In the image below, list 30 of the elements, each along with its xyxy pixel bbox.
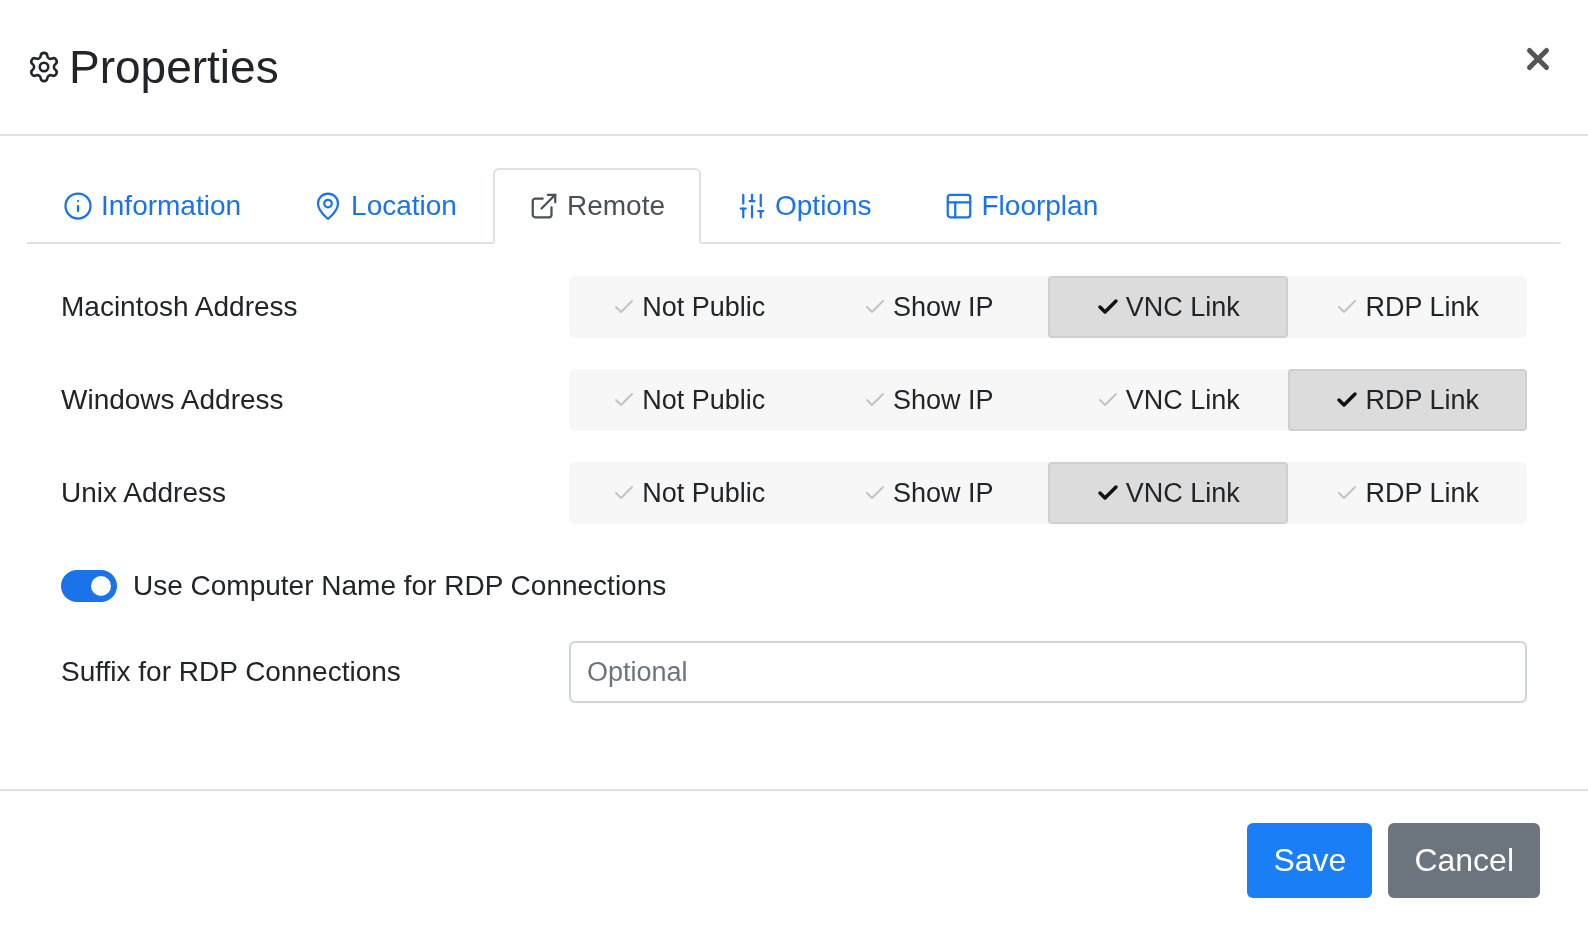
tab[interactable]: Floorplan [907, 168, 1135, 244]
sliders-icon [737, 191, 767, 221]
field-label: Unix Address [61, 477, 227, 509]
option-button[interactable]: VNC Link [1048, 462, 1288, 524]
option-button[interactable]: Not Public [569, 276, 809, 338]
option-button[interactable]: Not Public [569, 369, 809, 431]
option-button[interactable]: VNC Link [1048, 369, 1288, 431]
option-button[interactable]: RDP Link [1287, 462, 1527, 524]
option-button[interactable]: Show IP [808, 369, 1048, 431]
option-button[interactable]: RDP Link [1287, 276, 1527, 338]
toggle-label: Use Computer Name for RDP Connections [133, 570, 667, 602]
dialog-title: Properties [69, 40, 280, 94]
option-button[interactable]: Show IP [808, 276, 1048, 338]
info-icon [63, 191, 93, 221]
toggle-switch[interactable] [61, 570, 117, 602]
field-label: Macintosh Address [61, 291, 299, 323]
option-button[interactable]: RDP Link [1287, 369, 1527, 431]
field-label: Windows Address [61, 384, 285, 416]
field-label: Suffix for RDP Connections [61, 656, 402, 688]
option-button[interactable]: VNC Link [1048, 276, 1288, 338]
save-button[interactable]: Save [1247, 823, 1373, 898]
tab[interactable]: Options [701, 168, 908, 244]
option-button[interactable]: Not Public [569, 462, 809, 524]
cancel-button[interactable]: Cancel [1388, 823, 1540, 898]
tab[interactable]: Location [277, 168, 493, 244]
tab[interactable]: Remote [492, 168, 701, 244]
settings-icon [27, 50, 61, 84]
suffix-input[interactable]: Optional [569, 641, 1527, 703]
option-button[interactable]: Show IP [808, 462, 1048, 524]
tab[interactable]: Information [27, 168, 278, 244]
